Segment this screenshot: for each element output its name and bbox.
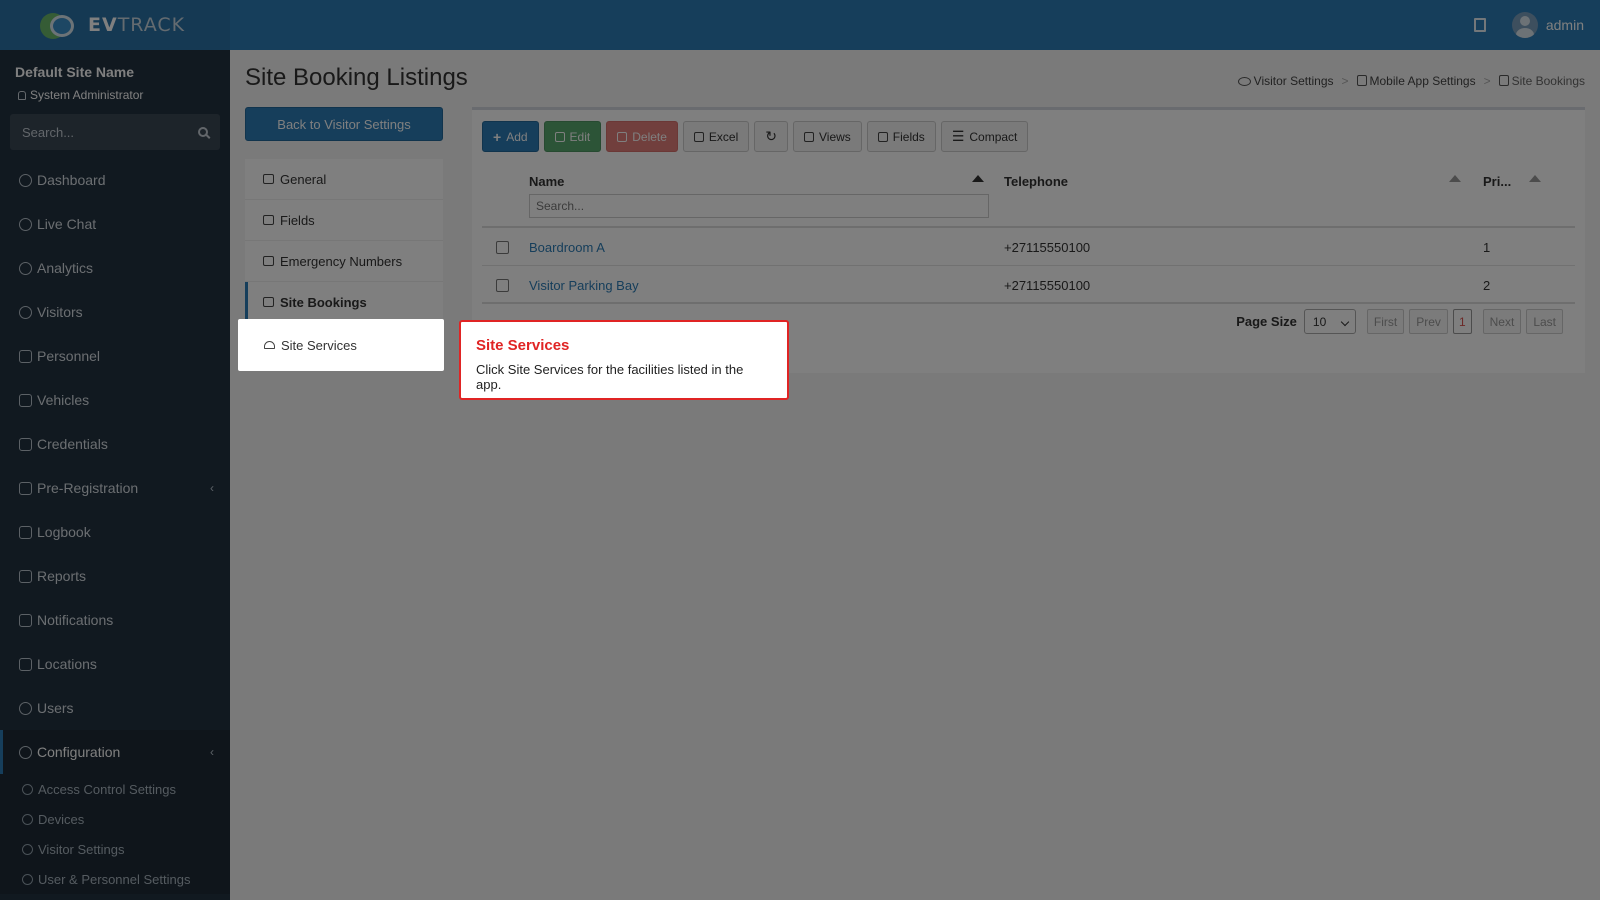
tour-tooltip: Site Services Click Site Services for th… [459,320,789,400]
tooltip-title: Site Services [476,337,570,354]
tooltip-body: Click Site Services for the facilities l… [476,362,744,392]
bell-service-icon [264,341,275,349]
tour-overlay[interactable] [0,0,1600,900]
subnav-site-services[interactable]: Site Services [238,319,444,371]
